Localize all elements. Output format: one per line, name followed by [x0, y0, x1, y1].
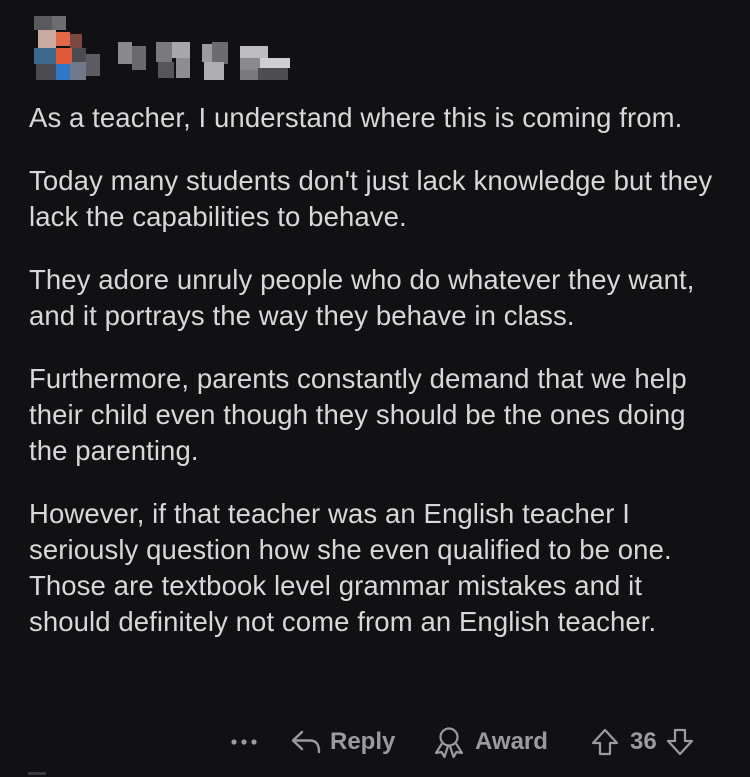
more-horizontal-icon — [231, 739, 257, 745]
downvote-arrow-icon[interactable] — [665, 727, 695, 757]
divider — [28, 772, 46, 775]
comment-author-row — [28, 14, 328, 84]
award-ribbon-icon — [434, 727, 464, 758]
comment-actions-bar: Reply Award 36 — [0, 722, 750, 762]
award-button[interactable]: Award — [431, 722, 548, 762]
comment-body: As a teacher, I understand where this is… — [29, 100, 729, 667]
vote-controls: 36 — [590, 722, 695, 762]
comment-paragraph: They adore unruly people who do whatever… — [29, 264, 695, 331]
comment-card: As a teacher, I understand where this is… — [0, 0, 750, 777]
reply-label: Reply — [330, 728, 396, 755]
comment-paragraph: Furthermore, parents constantly demand t… — [29, 363, 687, 466]
avatar-pixelated[interactable] — [28, 14, 108, 84]
comment-paragraph: Today many students don't just lack know… — [29, 165, 713, 232]
comment-paragraph: As a teacher, I understand where this is… — [29, 102, 683, 133]
username-pixelated[interactable] — [116, 36, 328, 94]
more-options-button[interactable] — [228, 722, 260, 762]
comment-paragraph: However, if that teacher was an English … — [29, 498, 672, 637]
award-label: Award — [475, 728, 548, 755]
reply-arrow-icon — [291, 730, 321, 754]
reply-button[interactable]: Reply — [290, 722, 395, 762]
upvote-arrow-icon[interactable] — [590, 727, 620, 757]
vote-score: 36 — [630, 728, 657, 755]
